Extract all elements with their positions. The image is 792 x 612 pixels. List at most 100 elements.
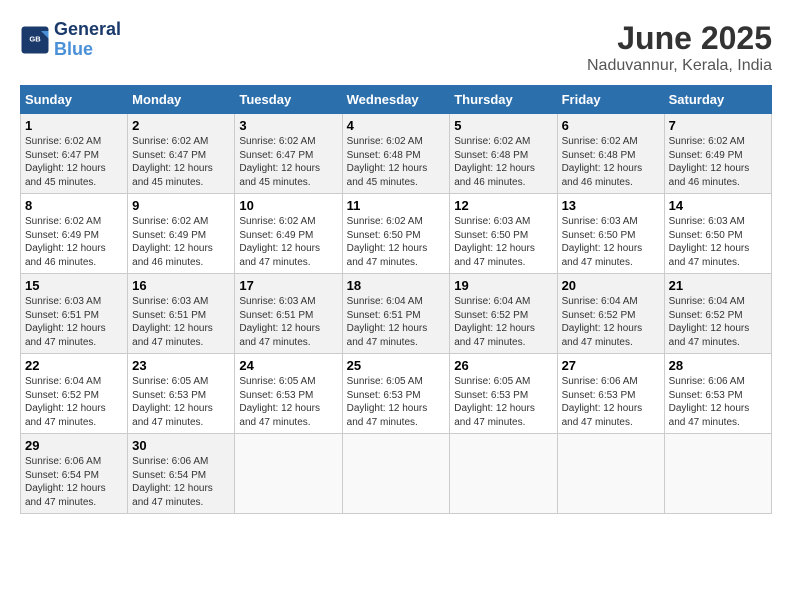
day-detail: Sunrise: 6:03 AMSunset: 6:51 PMDaylight:… (25, 295, 123, 349)
day-number: 26 (454, 358, 552, 373)
day-detail: Sunrise: 6:04 AMSunset: 6:51 PMDaylight:… (347, 295, 446, 349)
day-detail: Sunrise: 6:04 AMSunset: 6:52 PMDaylight:… (562, 295, 660, 349)
day-detail: Sunrise: 6:02 AMSunset: 6:48 PMDaylight:… (454, 135, 552, 189)
day-detail: Sunrise: 6:02 AMSunset: 6:48 PMDaylight:… (562, 135, 660, 189)
col-saturday: Saturday (664, 86, 771, 114)
day-cell-26: 26 Sunrise: 6:05 AMSunset: 6:53 PMDaylig… (450, 354, 557, 434)
day-detail: Sunrise: 6:03 AMSunset: 6:50 PMDaylight:… (454, 215, 552, 269)
day-detail: Sunrise: 6:05 AMSunset: 6:53 PMDaylight:… (132, 375, 230, 429)
empty-cell (450, 434, 557, 514)
day-number: 24 (239, 358, 337, 373)
day-cell-24: 24 Sunrise: 6:05 AMSunset: 6:53 PMDaylig… (235, 354, 342, 434)
day-detail: Sunrise: 6:03 AMSunset: 6:50 PMDaylight:… (669, 215, 767, 269)
col-friday: Friday (557, 86, 664, 114)
day-detail: Sunrise: 6:05 AMSunset: 6:53 PMDaylight:… (347, 375, 446, 429)
day-cell-6: 6 Sunrise: 6:02 AMSunset: 6:48 PMDayligh… (557, 114, 664, 194)
week-row-4: 22 Sunrise: 6:04 AMSunset: 6:52 PMDaylig… (21, 354, 772, 434)
day-number: 30 (132, 438, 230, 453)
day-number: 17 (239, 278, 337, 293)
calendar-subtitle: Naduvannur, Kerala, India (587, 57, 772, 75)
header-row: Sunday Monday Tuesday Wednesday Thursday… (21, 86, 772, 114)
day-cell-10: 10 Sunrise: 6:02 AMSunset: 6:49 PMDaylig… (235, 194, 342, 274)
day-cell-21: 21 Sunrise: 6:04 AMSunset: 6:52 PMDaylig… (664, 274, 771, 354)
day-number: 25 (347, 358, 446, 373)
day-cell-2: 2 Sunrise: 6:02 AMSunset: 6:47 PMDayligh… (128, 114, 235, 194)
day-cell-28: 28 Sunrise: 6:06 AMSunset: 6:53 PMDaylig… (664, 354, 771, 434)
day-cell-16: 16 Sunrise: 6:03 AMSunset: 6:51 PMDaylig… (128, 274, 235, 354)
day-cell-1: 1 Sunrise: 6:02 AMSunset: 6:47 PMDayligh… (21, 114, 128, 194)
day-number: 28 (669, 358, 767, 373)
col-tuesday: Tuesday (235, 86, 342, 114)
calendar-table: Sunday Monday Tuesday Wednesday Thursday… (20, 85, 772, 514)
day-detail: Sunrise: 6:05 AMSunset: 6:53 PMDaylight:… (454, 375, 552, 429)
empty-cell (342, 434, 450, 514)
day-cell-9: 9 Sunrise: 6:02 AMSunset: 6:49 PMDayligh… (128, 194, 235, 274)
day-cell-30: 30 Sunrise: 6:06 AMSunset: 6:54 PMDaylig… (128, 434, 235, 514)
col-thursday: Thursday (450, 86, 557, 114)
day-cell-27: 27 Sunrise: 6:06 AMSunset: 6:53 PMDaylig… (557, 354, 664, 434)
day-detail: Sunrise: 6:02 AMSunset: 6:49 PMDaylight:… (669, 135, 767, 189)
calendar-title: June 2025 (587, 20, 772, 57)
logo: GB GeneralBlue (20, 20, 121, 60)
empty-cell (235, 434, 342, 514)
week-row-1: 1 Sunrise: 6:02 AMSunset: 6:47 PMDayligh… (21, 114, 772, 194)
day-cell-11: 11 Sunrise: 6:02 AMSunset: 6:50 PMDaylig… (342, 194, 450, 274)
day-number: 18 (347, 278, 446, 293)
day-number: 1 (25, 118, 123, 133)
day-cell-29: 29 Sunrise: 6:06 AMSunset: 6:54 PMDaylig… (21, 434, 128, 514)
day-number: 6 (562, 118, 660, 133)
empty-cell (664, 434, 771, 514)
title-area: June 2025 Naduvannur, Kerala, India (587, 20, 772, 75)
col-wednesday: Wednesday (342, 86, 450, 114)
day-number: 9 (132, 198, 230, 213)
day-number: 10 (239, 198, 337, 213)
col-monday: Monday (128, 86, 235, 114)
day-number: 20 (562, 278, 660, 293)
day-detail: Sunrise: 6:04 AMSunset: 6:52 PMDaylight:… (25, 375, 123, 429)
header: GB GeneralBlue June 2025 Naduvannur, Ker… (20, 20, 772, 75)
day-cell-17: 17 Sunrise: 6:03 AMSunset: 6:51 PMDaylig… (235, 274, 342, 354)
day-number: 15 (25, 278, 123, 293)
day-number: 13 (562, 198, 660, 213)
week-row-2: 8 Sunrise: 6:02 AMSunset: 6:49 PMDayligh… (21, 194, 772, 274)
day-number: 5 (454, 118, 552, 133)
day-number: 8 (25, 198, 123, 213)
day-detail: Sunrise: 6:02 AMSunset: 6:47 PMDaylight:… (132, 135, 230, 189)
day-cell-7: 7 Sunrise: 6:02 AMSunset: 6:49 PMDayligh… (664, 114, 771, 194)
day-number: 29 (25, 438, 123, 453)
day-cell-12: 12 Sunrise: 6:03 AMSunset: 6:50 PMDaylig… (450, 194, 557, 274)
day-detail: Sunrise: 6:06 AMSunset: 6:54 PMDaylight:… (132, 455, 230, 509)
day-number: 7 (669, 118, 767, 133)
day-cell-8: 8 Sunrise: 6:02 AMSunset: 6:49 PMDayligh… (21, 194, 128, 274)
day-detail: Sunrise: 6:02 AMSunset: 6:47 PMDaylight:… (239, 135, 337, 189)
day-cell-14: 14 Sunrise: 6:03 AMSunset: 6:50 PMDaylig… (664, 194, 771, 274)
day-number: 23 (132, 358, 230, 373)
svg-text:GB: GB (29, 34, 41, 43)
day-detail: Sunrise: 6:02 AMSunset: 6:47 PMDaylight:… (25, 135, 123, 189)
day-detail: Sunrise: 6:02 AMSunset: 6:50 PMDaylight:… (347, 215, 446, 269)
day-cell-18: 18 Sunrise: 6:04 AMSunset: 6:51 PMDaylig… (342, 274, 450, 354)
day-detail: Sunrise: 6:06 AMSunset: 6:54 PMDaylight:… (25, 455, 123, 509)
day-detail: Sunrise: 6:06 AMSunset: 6:53 PMDaylight:… (562, 375, 660, 429)
day-detail: Sunrise: 6:05 AMSunset: 6:53 PMDaylight:… (239, 375, 337, 429)
day-detail: Sunrise: 6:04 AMSunset: 6:52 PMDaylight:… (454, 295, 552, 349)
day-cell-4: 4 Sunrise: 6:02 AMSunset: 6:48 PMDayligh… (342, 114, 450, 194)
day-number: 16 (132, 278, 230, 293)
day-cell-20: 20 Sunrise: 6:04 AMSunset: 6:52 PMDaylig… (557, 274, 664, 354)
day-detail: Sunrise: 6:02 AMSunset: 6:48 PMDaylight:… (347, 135, 446, 189)
empty-cell (557, 434, 664, 514)
day-number: 21 (669, 278, 767, 293)
day-number: 27 (562, 358, 660, 373)
day-number: 14 (669, 198, 767, 213)
day-cell-23: 23 Sunrise: 6:05 AMSunset: 6:53 PMDaylig… (128, 354, 235, 434)
day-number: 19 (454, 278, 552, 293)
day-number: 22 (25, 358, 123, 373)
day-detail: Sunrise: 6:03 AMSunset: 6:50 PMDaylight:… (562, 215, 660, 269)
day-cell-13: 13 Sunrise: 6:03 AMSunset: 6:50 PMDaylig… (557, 194, 664, 274)
day-number: 4 (347, 118, 446, 133)
day-number: 2 (132, 118, 230, 133)
day-detail: Sunrise: 6:02 AMSunset: 6:49 PMDaylight:… (25, 215, 123, 269)
day-cell-3: 3 Sunrise: 6:02 AMSunset: 6:47 PMDayligh… (235, 114, 342, 194)
day-cell-5: 5 Sunrise: 6:02 AMSunset: 6:48 PMDayligh… (450, 114, 557, 194)
day-number: 12 (454, 198, 552, 213)
